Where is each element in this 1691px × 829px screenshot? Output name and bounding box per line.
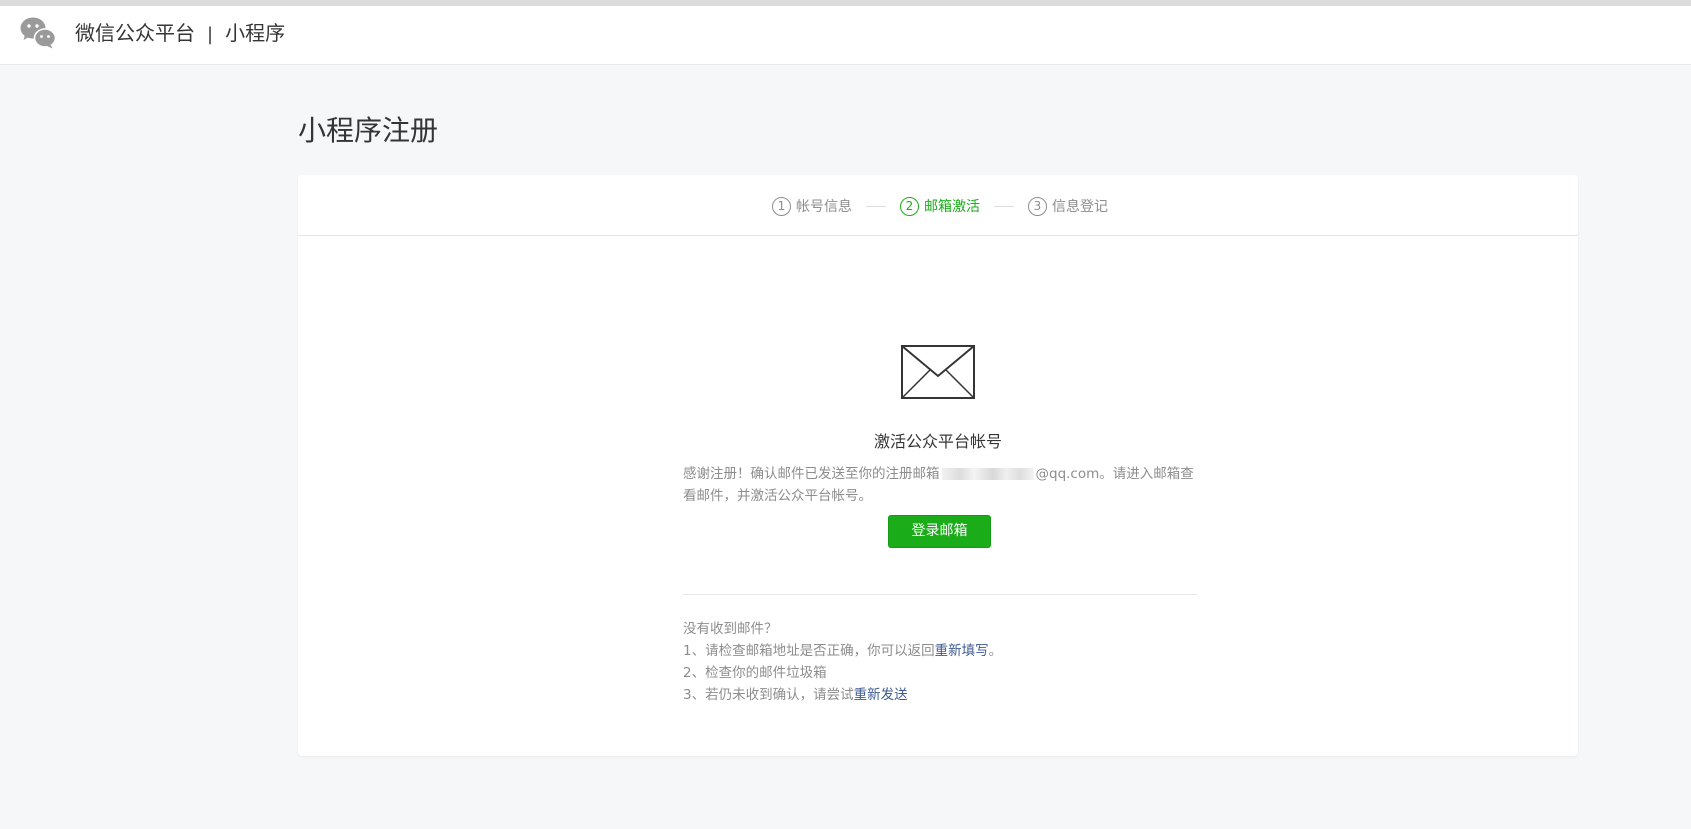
help-item-3: 3、若仍未收到确认，请尝试重新发送 [683, 684, 1283, 706]
help-item-3-text: 3、若仍未收到确认，请尝试 [683, 687, 854, 703]
activation-title: 激活公众平台帐号 [873, 432, 1002, 451]
step-info-registration: 3 信息登记 [1028, 196, 1108, 216]
login-email-button[interactable]: 登录邮箱 [888, 515, 991, 548]
registration-card: 1 帐号信息 2 邮箱激活 3 信息登记 激活公众平台帐号 感谢注册！确认邮件已… [298, 175, 1578, 756]
brand-name[interactable]: 微信公众平台 [75, 21, 195, 45]
help-item-1-suffix: 。 [988, 643, 1003, 659]
step-number-icon: 3 [1028, 196, 1047, 216]
product-name: 小程序 [225, 21, 286, 45]
step-number-icon: 2 [900, 196, 919, 216]
help-item-1-text: 1、请检查邮箱地址是否正确，你可以返回 [683, 643, 935, 659]
masked-email [941, 468, 1034, 480]
step-connector [866, 205, 886, 207]
desc-text-1: 感谢注册！确认邮件已发送至你的注册邮箱 [683, 466, 940, 482]
brand: 微信公众平台 | 小程序 [75, 20, 285, 48]
refill-link[interactable]: 重新填写 [935, 643, 989, 659]
step-email-activation: 2 邮箱激活 [900, 196, 980, 216]
step-label: 邮箱激活 [924, 199, 980, 215]
help-item-1: 1、请检查邮箱地址是否正确，你可以返回重新填写。 [683, 640, 1283, 662]
help-item-2: 2、检查你的邮件垃圾箱 [683, 665, 827, 681]
step-connector [994, 205, 1014, 207]
activation-description: 感谢注册！确认邮件已发送至你的注册邮箱 @qq.com。请进入邮箱查看邮件，并激活… [683, 463, 1197, 507]
step-label: 信息登记 [1052, 199, 1108, 215]
step-number-icon: 1 [772, 196, 791, 216]
envelope-icon [901, 345, 975, 399]
brand-separator: | [207, 24, 214, 45]
step-label: 帐号信息 [796, 199, 852, 215]
step-indicator: 1 帐号信息 2 邮箱激活 3 信息登记 [298, 175, 1578, 236]
divider [683, 594, 1197, 595]
help-question: 没有收到邮件？ [683, 621, 778, 637]
step-account-info: 1 帐号信息 [772, 196, 852, 216]
page-title: 小程序注册 [298, 114, 439, 147]
resend-link[interactable]: 重新发送 [854, 687, 908, 703]
help-section: 没有收到邮件？ 1、请检查邮箱地址是否正确，你可以返回重新填写。 2、检查你的邮… [683, 618, 1283, 706]
wechat-logo-icon[interactable] [20, 16, 56, 50]
email-domain: @qq.com [1035, 466, 1100, 482]
top-header: 微信公众平台 | 小程序 [0, 6, 1691, 65]
